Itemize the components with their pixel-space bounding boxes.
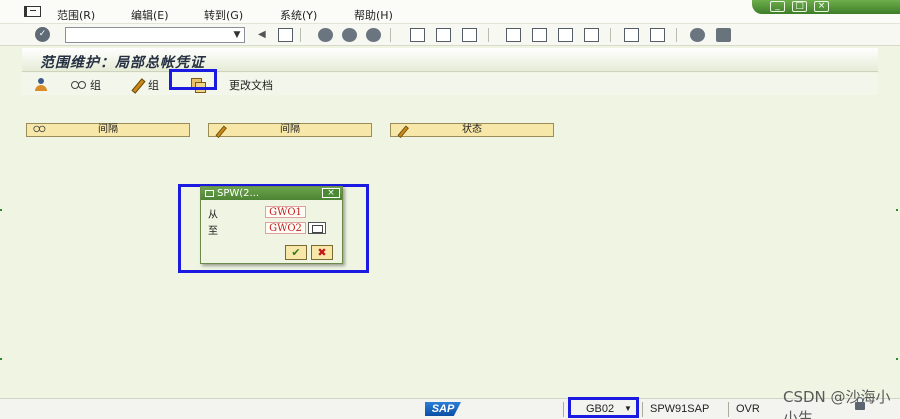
- highlight-system-name: [568, 397, 639, 418]
- highlight-copy-button: [169, 69, 217, 90]
- menu-bar: 范围(R) 编辑(E) 转到(G) 系统(Y) 帮助(H) _ □ ×: [0, 0, 900, 24]
- find-next-icon[interactable]: [462, 28, 477, 42]
- window-icon: [205, 190, 214, 197]
- change-group-button[interactable]: 组: [130, 76, 159, 93]
- confirm-button[interactable]: ✔: [285, 245, 307, 260]
- status-divider: [728, 402, 729, 417]
- enter-check-icon[interactable]: ✓: [35, 27, 50, 42]
- lock-icon: [855, 397, 865, 410]
- maximize-icon[interactable]: □: [792, 1, 807, 12]
- display-group-label: 组: [90, 78, 101, 92]
- status-divider: [642, 402, 643, 417]
- segment-label: 间隔: [280, 124, 300, 135]
- sap-logo: SAP: [425, 402, 461, 416]
- segment-change-interval[interactable]: 间隔: [208, 123, 372, 137]
- minimize-icon[interactable]: _: [770, 1, 785, 12]
- close-icon[interactable]: ×: [322, 188, 340, 198]
- toolbar-divider: [300, 28, 301, 42]
- popup-title-bar: SPW(2... ×: [201, 187, 342, 200]
- next-page-icon[interactable]: [558, 28, 573, 42]
- save-icon[interactable]: [278, 28, 293, 42]
- edge-marker: [896, 358, 898, 360]
- segment-status[interactable]: 状态: [390, 123, 554, 137]
- menu-goto[interactable]: 转到(G): [204, 7, 243, 23]
- standard-toolbar: ✓ ▼ ◀: [0, 24, 900, 46]
- print-icon[interactable]: [410, 28, 425, 42]
- to-field[interactable]: GWO2: [265, 222, 306, 234]
- menu-range[interactable]: 范围(R): [57, 7, 95, 23]
- segment-display-interval[interactable]: 间隔: [26, 123, 190, 137]
- status-divider: [563, 402, 564, 417]
- edge-marker: [0, 209, 2, 211]
- back-arrow-icon[interactable]: ◀: [258, 28, 273, 42]
- first-page-icon[interactable]: [506, 28, 521, 42]
- from-label: 从: [208, 210, 218, 221]
- insert-mode[interactable]: OVR: [736, 403, 760, 415]
- watermark: CSDN @沙海小小生: [783, 388, 891, 419]
- application-toolbar: 组 组 更改文档: [22, 73, 878, 95]
- menu-system[interactable]: 系统(Y): [280, 7, 317, 23]
- last-page-icon[interactable]: [584, 28, 599, 42]
- help-icon[interactable]: [690, 28, 705, 42]
- menu-edit[interactable]: 编辑(E): [131, 7, 169, 23]
- person-icon: [34, 78, 48, 91]
- main-area: 范围维护：局部总帐凭证 组 组 更改文档 间隔 间隔 状态: [0, 46, 900, 398]
- window-controls: _ □ ×: [752, 0, 900, 14]
- popup-title: SPW(2...: [217, 188, 260, 199]
- display-button[interactable]: [34, 76, 48, 93]
- toolbar-divider: [610, 28, 611, 42]
- from-field[interactable]: GWO1: [265, 206, 306, 218]
- change-group-label: 组: [148, 78, 159, 92]
- title-bar: 范围维护：局部总帐凭证: [22, 48, 878, 72]
- back-icon[interactable]: [318, 28, 333, 42]
- to-label: 至: [208, 226, 218, 237]
- toolbar-divider: [390, 28, 391, 42]
- exit-icon[interactable]: [342, 28, 357, 42]
- change-documents-button[interactable]: 更改文档: [229, 76, 273, 93]
- command-field[interactable]: [65, 27, 245, 43]
- pencil-icon: [130, 78, 144, 92]
- shortcut-icon[interactable]: [650, 28, 665, 42]
- new-session-icon[interactable]: [624, 28, 639, 42]
- previous-page-icon[interactable]: [532, 28, 547, 42]
- status-bar: SAP GB02 ▼ SPW91SAP OVR: [0, 398, 900, 419]
- edge-marker: [0, 358, 2, 360]
- display-group-button[interactable]: 组: [70, 76, 101, 93]
- server-name: SPW91SAP: [650, 403, 710, 415]
- command-dropdown-icon[interactable]: ▼: [229, 27, 245, 43]
- glasses-icon: [70, 80, 86, 89]
- segment-label: 间隔: [98, 124, 118, 135]
- segment-label: 状态: [462, 124, 482, 135]
- interval-popup: SPW(2... × 从 GWO1 至 GWO2 ✔ ✖: [200, 186, 343, 264]
- find-icon[interactable]: [436, 28, 451, 42]
- search-help-icon[interactable]: [308, 222, 326, 234]
- cancel-button[interactable]: ✖: [311, 245, 333, 260]
- edge-marker: [896, 209, 898, 211]
- cancel-icon[interactable]: [366, 28, 381, 42]
- window-menu-icon[interactable]: [24, 6, 41, 17]
- close-window-icon[interactable]: ×: [814, 1, 829, 12]
- menu-help[interactable]: 帮助(H): [354, 7, 393, 23]
- toolbar-divider: [676, 28, 677, 42]
- change-documents-label: 更改文档: [229, 78, 273, 92]
- toolbar-divider: [488, 28, 489, 42]
- layout-settings-icon[interactable]: [716, 28, 731, 42]
